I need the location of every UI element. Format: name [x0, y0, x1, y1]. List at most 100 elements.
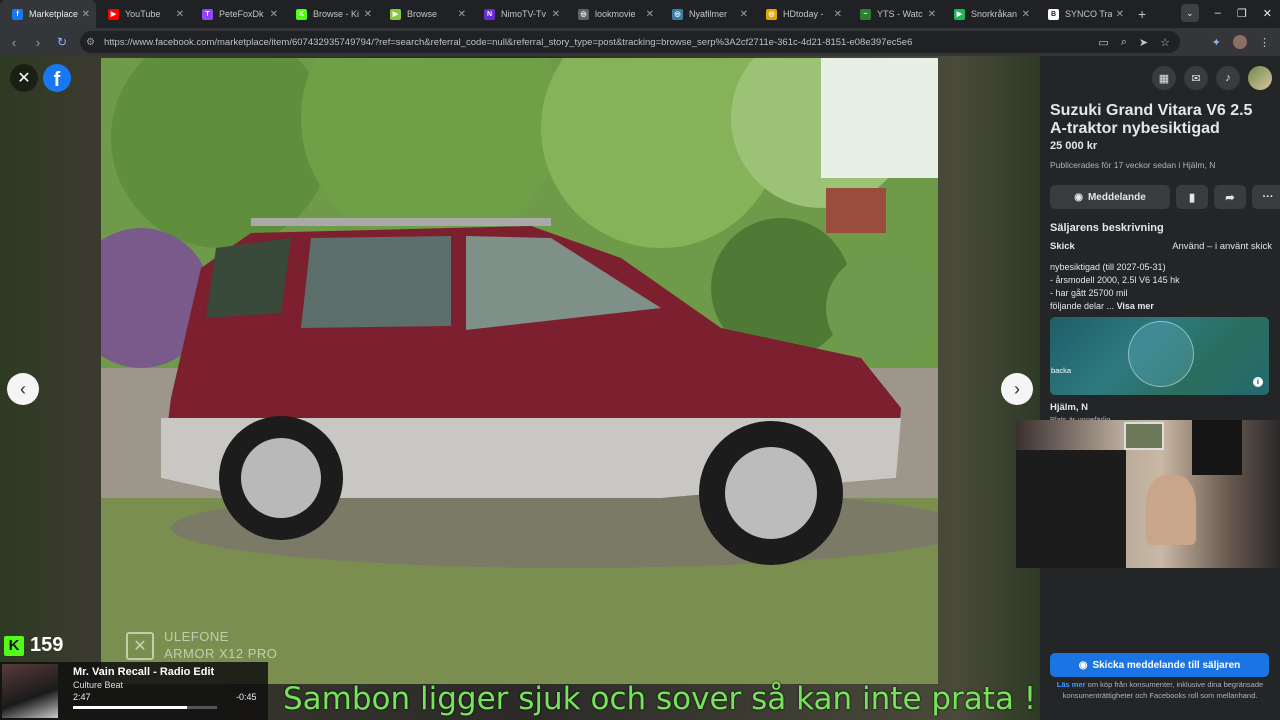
nyafilmer-icon: ◎	[672, 8, 683, 20]
condition-row: Skick Använd – i använt skick	[1050, 241, 1272, 252]
save-button[interactable]: ▮	[1176, 185, 1208, 209]
tab-label: PeteFoxDk	[219, 9, 264, 19]
seller-description: nybesiktigad (till 2027-05-31) - årsmode…	[1050, 261, 1180, 313]
facebook-logo[interactable]: f	[43, 64, 71, 92]
back-icon[interactable]: ‹	[2, 35, 26, 50]
kick-logo-icon: K	[4, 635, 24, 656]
tab-close-icon[interactable]: ✕	[270, 9, 278, 20]
tab-close-icon[interactable]: ✕	[1116, 9, 1124, 20]
tab-label: lookmovie	[595, 9, 636, 19]
browser-tab[interactable]: ◎ HDtoday - ✕	[754, 0, 848, 28]
menu-icon[interactable]: ⋮	[1259, 36, 1270, 49]
bookmark-star-icon[interactable]: ☆	[1160, 36, 1170, 49]
map-info-icon[interactable]: i	[1253, 377, 1263, 387]
tab-label: Browse - Ki	[313, 9, 360, 19]
browser-tab[interactable]: T PeteFoxDk ✕	[190, 0, 284, 28]
webcam-hanging-shirt	[1192, 420, 1242, 475]
browser-toolbar: ‹ › ↻ ⚙ https://www.facebook.com/marketp…	[0, 28, 1280, 56]
share-icon: ➦	[1225, 191, 1235, 204]
tab-close-icon[interactable]: ✕	[176, 9, 184, 20]
description-line: nybesiktigad (till 2027-05-31)	[1050, 262, 1166, 272]
forward-icon[interactable]: ›	[26, 35, 50, 50]
location-map[interactable]: backa i	[1050, 317, 1269, 395]
header-icons: ▦ ✉ ♪	[1152, 66, 1272, 90]
see-more-link[interactable]: Visa mer	[1117, 301, 1154, 311]
browser-tab[interactable]: ◎ Nyafilmer ✕	[660, 0, 754, 28]
map-place-label: backa	[1051, 366, 1072, 375]
tab-close-icon[interactable]: ✕	[552, 9, 560, 20]
send-icon[interactable]: ➤	[1139, 36, 1148, 49]
nimo-icon: N	[484, 8, 495, 20]
browser-tab[interactable]: K Browse - Ki ✕	[284, 0, 378, 28]
cast-icon[interactable]: ▭	[1098, 36, 1108, 49]
share-button[interactable]: ➦	[1214, 185, 1246, 209]
description-truncated: följande delar ...	[1050, 301, 1115, 311]
tab-close-icon[interactable]: ✕	[82, 9, 90, 20]
close-viewer-button[interactable]: ✕	[10, 64, 38, 92]
webcam-dark-area	[1016, 450, 1126, 568]
url-text[interactable]: https://www.facebook.com/marketplace/ite…	[104, 37, 1098, 48]
kick-viewer-count: K 159	[4, 634, 63, 657]
tab-label: YTS - Watc	[877, 9, 923, 19]
message-button[interactable]: ◉ Meddelande	[1050, 185, 1170, 209]
message-button-label: Meddelande	[1087, 191, 1146, 203]
browser-tab[interactable]: ▶ Browse ✕	[378, 0, 472, 28]
tab-close-icon[interactable]: ✕	[458, 9, 466, 20]
reload-icon[interactable]: ↻	[50, 35, 74, 49]
browser-tab[interactable]: ~ YTS - Watc ✕	[848, 0, 942, 28]
account-avatar[interactable]	[1248, 66, 1272, 90]
more-options-button[interactable]: ···	[1252, 185, 1280, 209]
car-photo-image	[101, 58, 938, 684]
menu-grid-icon[interactable]: ▦	[1152, 66, 1176, 90]
new-tab-button[interactable]: +	[1138, 6, 1146, 22]
description-line: - årsmodell 2000, 2.5l V6 145 hk	[1050, 275, 1180, 285]
seller-description-heading: Säljarens beskrivning	[1050, 222, 1164, 234]
viewer-count: 159	[30, 634, 64, 656]
messenger-icon[interactable]: ✉	[1184, 66, 1208, 90]
extensions: ✦ ⋮	[1212, 35, 1270, 49]
tab-close-icon[interactable]: ✕	[364, 9, 372, 20]
remaining-time: -0:45	[236, 692, 257, 702]
browser-tab[interactable]: N NimoTV-Tv ✕	[472, 0, 566, 28]
notifications-bell-icon[interactable]: ♪	[1216, 66, 1240, 90]
song-progress-bar	[73, 706, 217, 709]
browser-tab[interactable]: ▶ YouTube ✕	[96, 0, 190, 28]
read-more-link[interactable]: Läs mer	[1057, 680, 1086, 689]
browser-tab[interactable]: B SYNCO Trai ✕	[1036, 0, 1130, 28]
tab-close-icon[interactable]: ✕	[1022, 9, 1030, 20]
window-controls: ⌄ – ❐ ✕	[1180, 4, 1272, 22]
now-playing-widget: Mr. Vain Recall - Radio Edit Culture Bea…	[0, 662, 268, 720]
minimize-icon[interactable]: –	[1215, 7, 1221, 19]
listing-price: 25 000 kr	[1050, 140, 1098, 152]
tab-close-icon[interactable]: ✕	[646, 9, 654, 20]
tab-label: SYNCO Trai	[1065, 9, 1112, 19]
tab-close-icon[interactable]: ✕	[928, 9, 936, 20]
next-photo-button[interactable]: ›	[1001, 373, 1033, 405]
location-name: Hjälm, N	[1050, 402, 1089, 413]
maximize-icon[interactable]: ❐	[1237, 7, 1247, 20]
extension-icon[interactable]: ✦	[1212, 36, 1221, 49]
profile-avatar[interactable]	[1233, 35, 1247, 49]
zoom-icon[interactable]: ⌕	[1121, 36, 1127, 49]
description-line: - har gått 25700 mil	[1050, 288, 1128, 298]
tab-close-icon[interactable]: ✕	[740, 9, 748, 20]
approximate-area-circle	[1128, 321, 1194, 387]
browser-tab[interactable]: ▶ Snorkråkan ✕	[942, 0, 1036, 28]
browser-tab[interactable]: f Marketplace ✕	[0, 0, 96, 28]
close-window-icon[interactable]: ✕	[1263, 7, 1272, 20]
tab-search-icon[interactable]: ⌄	[1180, 4, 1199, 22]
tab-close-icon[interactable]: ✕	[834, 9, 842, 20]
address-bar[interactable]: ⚙ https://www.facebook.com/marketplace/i…	[80, 31, 1180, 53]
browser-tab[interactable]: ◎ lookmovie ✕	[566, 0, 660, 28]
rumble-icon: ▶	[390, 8, 401, 20]
description-line: följande delar ... Visa mer	[1050, 300, 1180, 313]
tab-label: YouTube	[125, 9, 161, 19]
send-message-to-seller-button[interactable]: ◉ Skicka meddelande till säljaren	[1050, 653, 1269, 677]
send-button-label: Skicka meddelande till säljaren	[1092, 659, 1241, 671]
messenger-small-icon: ◉	[1074, 191, 1083, 203]
site-info-icon[interactable]: ⚙	[86, 37, 104, 48]
twitch-icon: T	[202, 8, 213, 20]
tab-label: Nyafilmer	[689, 9, 728, 19]
camera-watermark-icon: ✕	[126, 632, 154, 660]
previous-photo-button[interactable]: ‹	[7, 373, 39, 405]
